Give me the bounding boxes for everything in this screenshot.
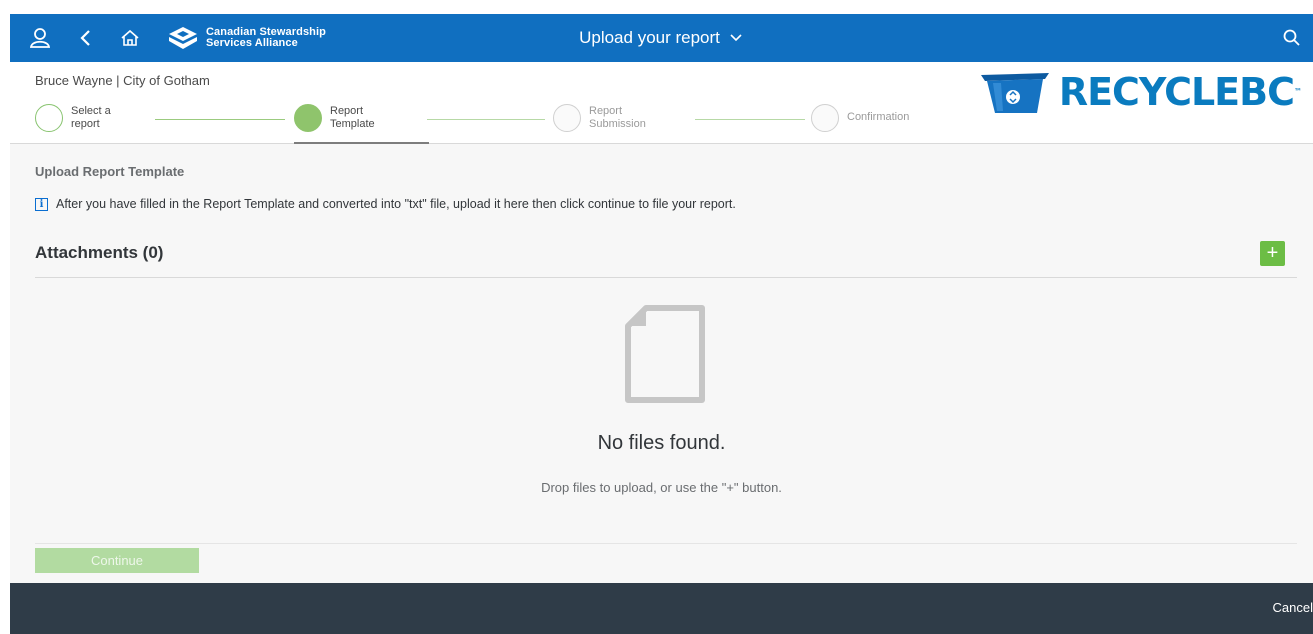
wizard-step-confirmation[interactable]: Confirmation (811, 102, 909, 144)
add-attachment-button[interactable]: + (1260, 241, 1285, 266)
info-message: i After you have filled in the Report Te… (35, 197, 736, 211)
user-icon[interactable] (26, 24, 54, 52)
active-step-underline (294, 142, 429, 144)
step-label-line: Report (330, 105, 364, 117)
shell-bar: Canadian Stewardship Services Alliance U… (10, 0, 1313, 62)
logo-line-2: Services Alliance (206, 37, 298, 49)
step-label: Report Template (330, 105, 375, 131)
csa-logo-mark (169, 27, 197, 49)
recycle-bin-icon (980, 73, 1049, 113)
continue-button[interactable]: Continue (35, 548, 199, 573)
cancel-button[interactable]: Cancel (1273, 600, 1313, 615)
step-label-line: report (71, 118, 100, 130)
app-title-menu[interactable]: Upload your report (579, 28, 744, 48)
brand-name: RECYCLEBC (1058, 70, 1295, 114)
step-indicator (294, 104, 322, 132)
csa-logo[interactable]: Canadian Stewardship Services Alliance (168, 23, 326, 53)
recyclebc-logo: RECYCLEBC™ (979, 66, 1302, 118)
recyclebc-wordmark: RECYCLEBC™ (1058, 70, 1302, 114)
step-connector (427, 119, 545, 120)
shell-bar-inner: Canadian Stewardship Services Alliance U… (10, 14, 1313, 62)
empty-state-title: No files found. (597, 432, 726, 454)
step-label-line: Select a (71, 105, 111, 117)
wizard-progress: Select a report Report Template Report S… (35, 102, 935, 144)
attachments-divider (35, 277, 1297, 278)
content-divider (35, 543, 1297, 544)
document-icon (625, 305, 705, 403)
chevron-down-icon (730, 34, 742, 42)
wizard-step-select-report[interactable]: Select a report (35, 102, 111, 144)
section-title: Upload Report Template (35, 164, 185, 179)
empty-state-subtitle: Drop files to upload, or use the "+" but… (541, 480, 782, 495)
csa-logo-text: Canadian Stewardship Services Alliance (206, 27, 326, 49)
step-label-line: Report (589, 105, 623, 117)
step-indicator (553, 104, 581, 132)
step-label: Select a report (71, 105, 111, 131)
step-label-line: Confirmation (847, 111, 910, 123)
app-title: Upload your report (579, 28, 720, 47)
step-indicator (35, 104, 63, 132)
wizard-step-report-template[interactable]: Report Template (294, 102, 375, 144)
info-icon: i (35, 197, 48, 211)
step-label-line: Submission (589, 118, 646, 130)
step-label: Confirmation (847, 111, 909, 124)
user-org-label: Bruce Wayne | City of Gotham (35, 73, 210, 88)
trademark-symbol: ™ (1294, 87, 1302, 96)
attachments-title: Attachments (0) (35, 243, 164, 262)
wizard-step-report-submission[interactable]: Report Submission (553, 102, 646, 144)
footer-bar: Cancel (10, 583, 1313, 634)
step-connector (155, 119, 285, 120)
step-label: Report Submission (589, 105, 646, 131)
step-label-line: Template (330, 118, 375, 130)
search-icon[interactable] (1278, 24, 1306, 52)
home-icon[interactable] (116, 24, 144, 52)
step-indicator (811, 104, 839, 132)
window-edge (0, 0, 10, 634)
step-connector (695, 119, 805, 120)
back-icon[interactable] (72, 24, 100, 52)
app-container: Canadian Stewardship Services Alliance U… (10, 0, 1313, 634)
info-text: After you have filled in the Report Temp… (56, 197, 736, 211)
